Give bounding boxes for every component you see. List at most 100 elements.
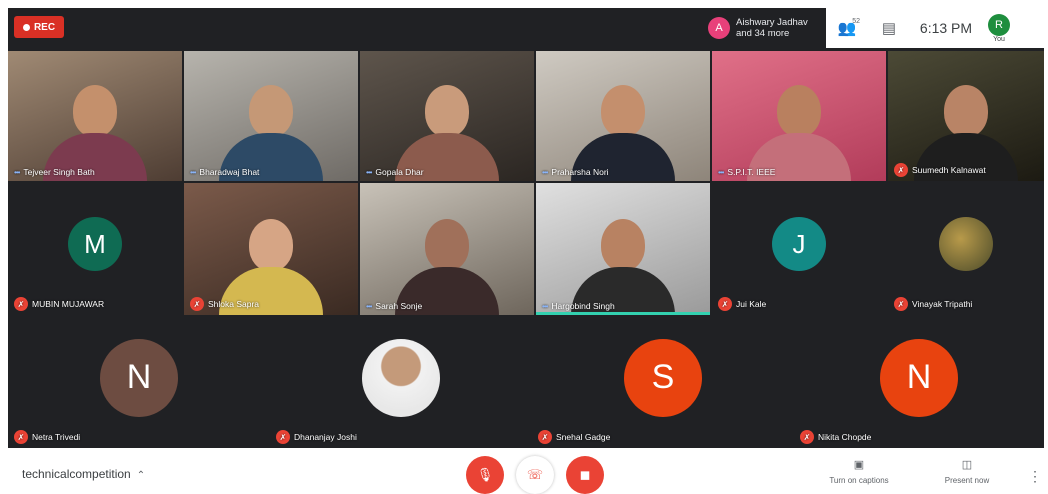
participant-label: ••• Sarah Sonje [366,301,422,311]
participant-tile[interactable]: J ✗ Jui Kale [712,183,886,315]
mic-off-icon: ✗ [800,430,814,444]
clock: 6:13 PM [919,20,973,36]
people-button[interactable]: 👥 52 [826,8,868,48]
meeting-code: technicalcompetition [22,467,131,481]
meeting-details[interactable]: technicalcompetition ⌃ [22,467,145,481]
participant-tile[interactable]: ••• Gopala Dhar [360,51,534,181]
camera-toggle-button[interactable]: ◼ [566,456,604,494]
participant-tile[interactable]: ••• Bharadwaj Bhat [184,51,358,181]
self-label: You [993,35,1005,43]
participant-name: Dhananjay Joshi [294,432,357,442]
participant-label: ✗ Jui Kale [718,297,766,311]
participant-tile[interactable]: ✗ Shloka Sapra [184,183,358,315]
participant-name: Netra Trivedi [32,432,81,442]
mic-off-icon: ✗ [894,297,908,311]
participant-label: ••• Praharsha Nori [542,167,609,177]
participant-label: ••• Hargobind Singh [542,301,615,311]
participant-tile[interactable]: ✗ Dhananjay Joshi [270,317,532,448]
audio-level-icon: ••• [542,301,548,311]
participant-name: Shloka Sapra [208,299,260,309]
phone-hangup-icon: ☏ [526,467,544,482]
audio-level-icon: ••• [366,167,372,177]
participant-name: Nikita Chopde [818,432,872,442]
participant-avatar: M [68,217,122,271]
camera-off-icon: ◼ [579,467,591,482]
mic-off-icon: 🎙 [476,467,494,482]
participant-label: ✗ Dhananjay Joshi [276,430,357,444]
participant-tile[interactable]: N ✗ Netra Trivedi [8,317,270,448]
self-account[interactable]: R You [988,13,1010,43]
leave-call-button[interactable]: ☏ [516,456,554,494]
participant-label: ✗ Netra Trivedi [14,430,80,444]
participant-avatar: S [624,338,702,417]
presenting-indicator[interactable]: A Aishwary Jadhav and 34 more [708,12,826,44]
participant-label: ••• Gopala Dhar [366,167,424,177]
participant-tile[interactable]: M ✗ MUBIN MUJAWAR [8,183,182,315]
meet-window: REC A Aishwary Jadhav and 34 more 👥 52 ▤… [0,0,1048,494]
chat-icon: ▤ [881,20,897,37]
audio-level-icon: ••• [718,167,724,177]
presenter-text: Aishwary Jadhav and 34 more [736,17,808,39]
participant-name: Sarah Sonje [375,301,423,311]
participant-name: Tejveer Singh Bath [23,167,95,177]
participant-tile[interactable]: ••• S.P.I.T. IEEE [712,51,886,181]
participant-tile[interactable]: ✗ Suumedh Kalnawat [888,51,1044,181]
participant-label: ••• Tejveer Singh Bath [14,167,95,177]
participant-tile[interactable]: ••• Praharsha Nori [536,51,710,181]
present-now-button[interactable]: ◫ Present now [924,458,1010,485]
participant-label: ✗ Vinayak Tripathi [894,297,972,311]
recording-label: REC [33,21,56,33]
captions-button[interactable]: ▣ Turn on captions [816,458,902,485]
mic-off-icon: ✗ [190,297,204,311]
rec-dot-icon [22,23,30,31]
participant-name: Gopala Dhar [375,167,424,177]
participant-photo-avatar [362,338,440,417]
participant-name: Jui Kale [736,299,767,309]
participant-label: ✗ MUBIN MUJAWAR [14,297,104,311]
participant-count: 52 [852,18,860,25]
recording-badge: REC [14,16,64,38]
participant-tile[interactable]: ••• Tejveer Singh Bath [8,51,182,181]
participant-tile[interactable]: ✗ Vinayak Tripathi [888,183,1044,315]
participant-tile[interactable]: N ✗ Nikita Chopde [794,317,1044,448]
presenter-more: and 34 more [736,28,790,39]
captions-label: Turn on captions [829,476,889,485]
mic-off-icon: ✗ [276,430,290,444]
audio-level-icon: ••• [190,167,196,177]
participant-tile[interactable]: ••• Hargobind Singh [536,183,710,315]
more-vert-icon[interactable]: ⋮ [1028,468,1042,485]
audio-level-icon: ••• [366,301,372,311]
participant-name: Praharsha Nori [551,167,609,177]
speaking-indicator [536,312,710,315]
captions-icon: ▣ [853,459,865,471]
participant-tile[interactable]: S ✗ Snehal Gadge [532,317,794,448]
participant-name: Hargobind Singh [551,301,615,311]
participant-avatar: N [880,338,958,417]
top-right-controls: 👥 52 ▤ 6:13 PM R You [826,8,1044,48]
participant-name: Snehal Gadge [556,432,611,442]
participant-name: Suumedh Kalnawat [912,165,986,175]
participant-photo-avatar [939,217,993,271]
participant-label: ✗ Snehal Gadge [538,430,610,444]
presenter-avatar: A [708,17,730,39]
mic-off-icon: ✗ [718,297,732,311]
top-bar: REC A Aishwary Jadhav and 34 more 👥 52 ▤… [8,8,1044,48]
audio-level-icon: ••• [14,167,20,177]
bottom-bar: technicalcompetition ⌃ 🎙 ☏ ◼ ▣ Turn on ca… [8,448,1044,494]
participant-name: Bharadwaj Bhat [199,167,260,177]
participant-tile[interactable]: ••• Sarah Sonje [360,183,534,315]
mic-off-icon: ✗ [14,297,28,311]
participant-label: ✗ Nikita Chopde [800,430,871,444]
chat-button[interactable]: ▤ [868,8,910,48]
mic-off-icon: ✗ [894,163,908,177]
participant-label: ✗ Suumedh Kalnawat [894,163,986,177]
participant-label: ✗ Shloka Sapra [190,297,259,311]
chevron-up-icon: ⌃ [136,470,146,481]
present-label: Present now [944,476,990,485]
self-avatar: R [988,13,1010,36]
participant-label: ••• Bharadwaj Bhat [190,167,259,177]
participant-avatar: J [772,217,826,271]
present-screen-icon: ◫ [961,459,973,471]
participant-name: MUBIN MUJAWAR [32,299,105,309]
mic-toggle-button[interactable]: 🎙 [466,456,504,494]
